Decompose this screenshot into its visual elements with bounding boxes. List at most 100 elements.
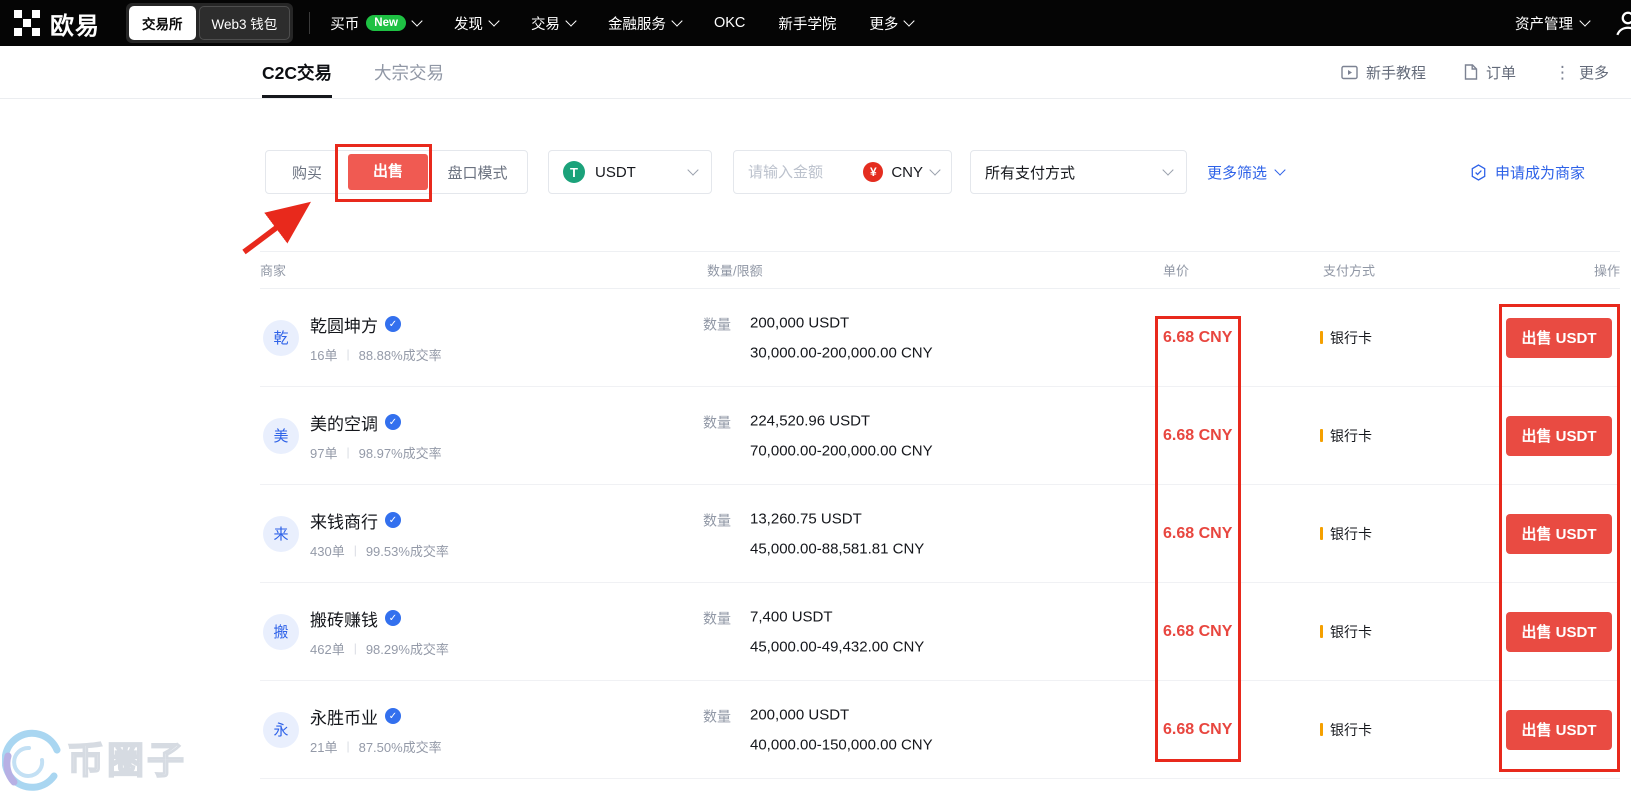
bank-card-marker-icon [1320, 429, 1323, 442]
action-cell: 出售 USDT [1506, 514, 1612, 554]
bank-card-marker-icon [1320, 527, 1323, 540]
menu-item-label: 交易 [531, 13, 560, 34]
menu-item-trade[interactable]: 交易 [531, 13, 575, 34]
stats-separator: | [354, 641, 357, 655]
merchant-cell: 搬 搬砖赚钱 ✓ 462单 | 98.29%成交率 [263, 606, 449, 658]
amount-input[interactable] [746, 163, 855, 182]
payment-method: 银行卡 [1330, 328, 1372, 348]
quantity-value: 200,000 USDT [750, 314, 849, 334]
become-merchant-link[interactable]: 申请成为商家 [1470, 148, 1585, 196]
merchant-info: 美的空调 ✓ 97单 | 98.97%成交率 [310, 410, 442, 462]
merchant-name[interactable]: 美的空调 [310, 410, 378, 435]
menu-item-academy[interactable]: 新手学院 [778, 13, 836, 34]
payment-cell: 银行卡 [1320, 622, 1372, 642]
exchange-wallet-toggle: 交易所 Web3 钱包 [126, 3, 293, 43]
tab-orderbook-mode[interactable]: 盘口模式 [428, 162, 527, 183]
more-link[interactable]: ⋮ 更多 [1554, 62, 1609, 83]
limit-range: 70,000.00-200,000.00 CNY [750, 442, 933, 459]
merchant-badge-icon [1470, 164, 1487, 181]
menu-item-label: 金融服务 [608, 13, 666, 34]
sell-usdt-button[interactable]: 出售 USDT [1506, 318, 1612, 358]
completion-rate: 88.88%成交率 [359, 345, 442, 364]
menu-item-okc[interactable]: OKC [714, 15, 745, 31]
link-label: 更多 [1579, 62, 1609, 83]
quantity-value: 7,400 USDT [750, 608, 833, 628]
tab-c2c-trade[interactable]: C2C交易 [262, 46, 332, 98]
menu-item-label: OKC [714, 15, 745, 31]
assets-menu[interactable]: 资产管理 [1515, 13, 1589, 34]
chevron-down-icon [929, 164, 940, 175]
sell-usdt-button[interactable]: 出售 USDT [1506, 514, 1612, 554]
payment-method: 银行卡 [1330, 622, 1372, 642]
person-icon [1613, 8, 1631, 38]
quantity-label: 数量 [703, 706, 750, 726]
chevron-down-icon [687, 164, 698, 175]
sell-usdt-button[interactable]: 出售 USDT [1506, 710, 1612, 750]
crypto-select[interactable]: T USDT [548, 150, 712, 194]
merchant-name[interactable]: 搬砖赚钱 [310, 606, 378, 631]
link-label: 订单 [1486, 62, 1516, 83]
sell-usdt-button[interactable]: 出售 USDT [1506, 612, 1612, 652]
watermark-logo-icon [2, 726, 64, 794]
merchant-stats: 16单 | 88.88%成交率 [310, 345, 442, 364]
offers-table: 商家 数量/限额 单价 支付方式 操作 乾 乾圆坤方 ✓ 16单 | 88.88… [260, 251, 1620, 779]
merchant-name[interactable]: 来钱商行 [310, 508, 378, 533]
okx-logo[interactable]: 欧易 [14, 6, 100, 41]
merchant-name[interactable]: 乾圆坤方 [310, 312, 378, 337]
completion-rate: 98.29%成交率 [366, 639, 449, 658]
chevron-down-icon [1162, 164, 1173, 175]
limit-range: 30,000.00-200,000.00 CNY [750, 344, 933, 361]
stats-separator: | [354, 543, 357, 557]
merchant-info: 乾圆坤方 ✓ 16单 | 88.88%成交率 [310, 312, 442, 364]
amount-field-group: ¥ CNY [733, 150, 952, 194]
table-row: 搬 搬砖赚钱 ✓ 462单 | 98.29%成交率 数量 7,400 [260, 583, 1620, 681]
bank-card-marker-icon [1320, 625, 1323, 638]
beginner-tutorial-link[interactable]: 新手教程 [1341, 62, 1426, 83]
tab-buy[interactable]: 购买 [266, 162, 348, 183]
header-payment-method: 支付方式 [1323, 261, 1375, 280]
merchant-name[interactable]: 永胜币业 [310, 704, 378, 729]
merchant-cell: 来 来钱商行 ✓ 430单 | 99.53%成交率 [263, 508, 449, 560]
merchant-cell: 永 永胜币业 ✓ 21单 | 87.50%成交率 [263, 704, 442, 756]
header-action: 操作 [1594, 261, 1620, 280]
completion-rate: 99.53%成交率 [366, 541, 449, 560]
toggle-exchange-button[interactable]: 交易所 [129, 6, 196, 40]
menu-item-buy-crypto[interactable]: 买币 New [330, 13, 421, 34]
orders-link[interactable]: 订单 [1464, 62, 1516, 83]
merchant-stats: 430单 | 99.53%成交率 [310, 541, 449, 560]
quantity-cell: 数量 13,260.75 USDT 45,000.00-88,581.81 CN… [703, 510, 924, 557]
trade-type-tabs: C2C交易 大宗交易 [262, 46, 444, 98]
order-document-icon [1464, 64, 1478, 80]
menu-item-more[interactable]: 更多 [869, 13, 913, 34]
unit-price: 6.68 CNY [1163, 623, 1232, 641]
menu-item-financial-services[interactable]: 金融服务 [608, 13, 681, 34]
brand-name: 欧易 [50, 6, 100, 41]
verified-icon: ✓ [385, 316, 401, 332]
tab-block-trade[interactable]: 大宗交易 [374, 46, 444, 98]
toggle-web3-wallet-button[interactable]: Web3 钱包 [199, 6, 291, 40]
more-filters-button[interactable]: 更多筛选 [1207, 148, 1284, 196]
sell-usdt-button[interactable]: 出售 USDT [1506, 416, 1612, 456]
okx-c2c-page: 欧易 交易所 Web3 钱包 买币 New 发现 交易 金融服务 [0, 0, 1631, 795]
annotation-arrow [232, 196, 324, 258]
fiat-select-value[interactable]: CNY [891, 164, 923, 181]
filter-bar: 购买 出售 盘口模式 T USDT ¥ CNY 所有支付方式 更多筛选 [0, 148, 1631, 196]
table-row: 乾 乾圆坤方 ✓ 16单 | 88.88%成交率 数量 200,000 [260, 289, 1620, 387]
order-count: 430单 [310, 541, 345, 560]
chevron-down-icon [1274, 164, 1285, 175]
chevron-down-icon [671, 15, 682, 26]
action-cell: 出售 USDT [1506, 318, 1612, 358]
payment-method-select[interactable]: 所有支付方式 [970, 150, 1187, 194]
chevron-down-icon [565, 15, 576, 26]
tether-icon: T [563, 161, 585, 183]
tab-sell[interactable]: 出售 [348, 154, 428, 190]
unit-price: 6.68 CNY [1163, 427, 1232, 445]
order-count: 21单 [310, 737, 337, 756]
subnav-links: 新手教程 订单 ⋮ 更多 [1341, 62, 1609, 83]
quantity-label: 数量 [703, 510, 750, 530]
account-button[interactable] [1613, 8, 1631, 38]
chevron-down-icon [904, 15, 915, 26]
chevron-down-icon [411, 15, 422, 26]
stats-separator: | [346, 347, 349, 361]
menu-item-discover[interactable]: 发现 [454, 13, 498, 34]
